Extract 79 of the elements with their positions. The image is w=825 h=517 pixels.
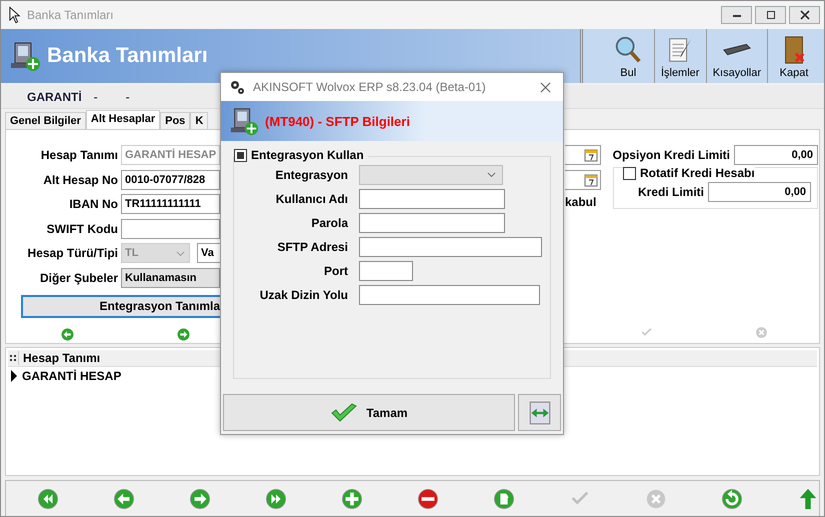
- integration-button[interactable]: Entegrasyon Tanımla: [21, 294, 220, 318]
- toolbar-button[interactable]: Kapat: [768, 29, 820, 83]
- field-label: kabul: [565, 195, 598, 209]
- field-label: Kredi Limiti: [638, 185, 704, 199]
- close-icon[interactable]: [540, 82, 551, 92]
- bank-strip-text: -: [126, 90, 131, 104]
- next-icon[interactable]: [189, 487, 211, 511]
- tab[interactable]: Genel Bilgiler: [5, 112, 86, 129]
- edit-icon[interactable]: [493, 487, 515, 511]
- checkbox[interactable]: Entegrasyon Kullan: [234, 148, 368, 162]
- toolbar-button[interactable]: Bul: [602, 29, 655, 83]
- minimize-button[interactable]: [721, 6, 752, 24]
- cursor-icon: [9, 6, 21, 24]
- delete-icon[interactable]: [417, 487, 439, 511]
- text-field[interactable]: [359, 285, 540, 305]
- text-field[interactable]: [359, 261, 413, 281]
- field-label: SFTP Adresi: [276, 240, 349, 254]
- toolbar-button[interactable]: Kısayollar: [706, 29, 768, 83]
- calendar-icon[interactable]: [584, 148, 598, 162]
- check-icon: [330, 402, 358, 422]
- table-cell: GARANTİ HESAP: [22, 369, 122, 383]
- number-field[interactable]: 0,00: [734, 145, 818, 165]
- gears-icon: [229, 79, 245, 95]
- text-field[interactable]: TR11111111111: [121, 194, 220, 214]
- maximize-button[interactable]: [755, 6, 786, 24]
- up-arrow-icon[interactable]: [797, 487, 819, 511]
- field-label: Alt Hesap No: [42, 172, 119, 187]
- calendar-icon[interactable]: [584, 173, 598, 187]
- previous-icon[interactable]: [61, 328, 74, 341]
- field-label: IBAN No: [68, 197, 119, 212]
- dialog-title: AKINSOFT Wolvox ERP s8.23.04 (Beta-01): [253, 80, 486, 94]
- bank-strip-text: GARANTİ: [27, 90, 82, 104]
- text-field[interactable]: [359, 189, 505, 209]
- add-icon[interactable]: [341, 487, 363, 511]
- dialog-heading: (MT940) - SFTP Bilgileri: [265, 114, 410, 128]
- field-label: Port: [323, 264, 349, 278]
- computer-add-icon: [229, 106, 259, 136]
- text-field[interactable]: [359, 237, 542, 257]
- first-icon[interactable]: [37, 487, 59, 511]
- text-field[interactable]: [359, 213, 505, 233]
- field-label: Uzak Dizin Yolu: [258, 288, 349, 302]
- tab[interactable]: Pos: [160, 112, 190, 129]
- swap-arrows-icon: [526, 400, 552, 426]
- field-label: Kullanıcı Adı: [274, 192, 349, 206]
- grid-handle-icon: [8, 354, 18, 362]
- field-label: SWIFT Kodu: [46, 222, 119, 236]
- prev-icon[interactable]: [113, 487, 135, 511]
- caret-icon: [176, 250, 185, 256]
- field-label: Parola: [310, 216, 350, 230]
- close-button[interactable]: [789, 6, 820, 24]
- field-label: Hesap Tanımı: [40, 148, 119, 162]
- field-label: Hesap Türü/Tipi: [26, 246, 119, 260]
- bank-strip-text: -: [94, 90, 99, 104]
- field-label: Entegrasyon: [274, 168, 349, 182]
- date-field[interactable]: [565, 170, 601, 190]
- last-icon[interactable]: [265, 487, 287, 511]
- tab[interactable]: Alt Hesaplar: [86, 110, 160, 129]
- text-field[interactable]: 0010-07077/828: [121, 170, 220, 190]
- tab[interactable]: K: [190, 112, 208, 129]
- field-label: Diğer Şubeler: [38, 270, 119, 285]
- checkbox[interactable]: Rotatif Kredi Hesabı: [623, 166, 755, 180]
- maximize-icon: [766, 10, 776, 20]
- window-title: Banka Tanımları: [27, 8, 114, 22]
- text-field[interactable]: [121, 218, 220, 239]
- caret-icon: [487, 172, 496, 178]
- cancel-icon[interactable]: [755, 326, 768, 339]
- toolbar-button[interactable]: İşlemler: [654, 29, 707, 83]
- dropdown-field[interactable]: Kullanamasın: [121, 268, 220, 288]
- field-label: Opsiyon Kredi Limiti: [612, 148, 730, 162]
- refresh-icon[interactable]: [721, 487, 743, 511]
- ok-button[interactable]: Tamam: [223, 394, 515, 431]
- next-icon[interactable]: [177, 328, 190, 341]
- close-icon: [800, 10, 810, 20]
- number-field[interactable]: 0,00: [708, 182, 811, 202]
- swap-button[interactable]: [518, 394, 561, 431]
- page-title: Banka Tanımları: [47, 44, 208, 68]
- date-field[interactable]: [565, 145, 601, 165]
- computer-add-icon: [9, 40, 41, 72]
- search-icon: [613, 35, 644, 65]
